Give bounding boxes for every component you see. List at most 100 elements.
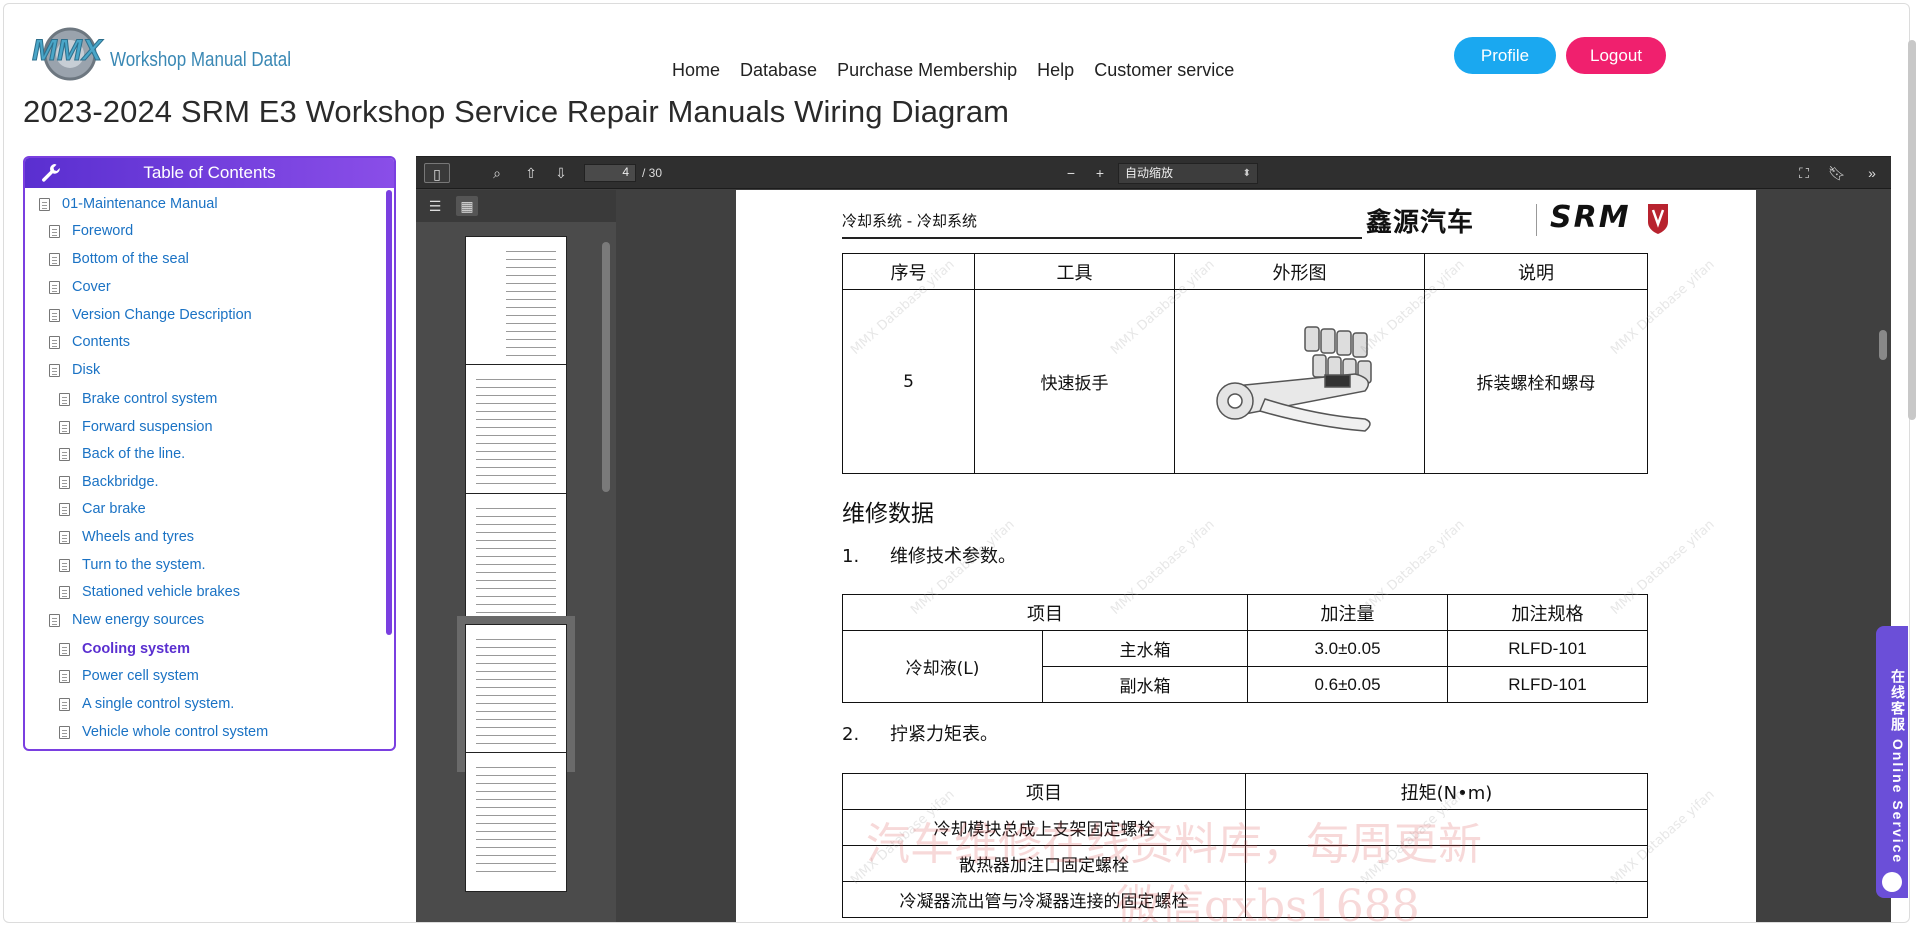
toc-item-label: Cooling system xyxy=(82,641,190,657)
thumbnail-line xyxy=(506,251,556,252)
thumbnail-line xyxy=(476,791,556,792)
thumbnail-line xyxy=(476,532,556,533)
mmx-logo[interactable]: MMX Workshop Manual Database xyxy=(30,18,290,86)
thumbnail-line xyxy=(476,483,556,484)
document-icon xyxy=(49,363,60,377)
zoom-in-icon[interactable]: + xyxy=(1089,163,1111,183)
toc-item[interactable]: Stationed vehicle brakes xyxy=(59,584,240,600)
thumbnail-line xyxy=(476,516,556,517)
logo-text: Workshop Manual Database xyxy=(110,48,290,71)
thumbnail-line xyxy=(476,588,556,589)
document-icon xyxy=(39,197,50,211)
thumbnail-page-3[interactable] xyxy=(465,493,567,633)
toc-item[interactable]: Version Change Description xyxy=(49,307,252,323)
tools-menu-icon[interactable]: » xyxy=(1861,163,1883,183)
thumbnail-line xyxy=(476,548,556,549)
watermark: MMX Database yifan xyxy=(1608,517,1718,618)
thumbnail-line xyxy=(476,663,556,664)
next-page-icon[interactable]: ⇩ xyxy=(550,163,572,183)
profile-button[interactable]: Profile xyxy=(1454,37,1556,74)
thumbnail-line xyxy=(476,783,556,784)
toc-header: Table of Contents xyxy=(25,158,394,188)
toc-item-label: Backbridge. xyxy=(82,474,159,490)
browser-frame: MMX Workshop Manual Database Home Databa… xyxy=(3,3,1910,923)
thumbnail-line xyxy=(476,419,556,420)
nav-home[interactable]: Home xyxy=(672,60,720,81)
thumbnail-line xyxy=(476,427,556,428)
toc-item[interactable]: Contents xyxy=(49,334,130,350)
document-icon xyxy=(59,558,70,572)
toc-item-label: A single control system. xyxy=(82,696,235,712)
sidebar-toggle-icon[interactable]: ▯ xyxy=(424,163,450,183)
toc-item-label: Vehicle whole control system xyxy=(82,724,269,740)
thumbnail-line xyxy=(476,411,556,412)
toc-item[interactable]: 01-Maintenance Manual xyxy=(39,196,218,212)
toc-item[interactable]: Wheels and tyres xyxy=(59,529,194,545)
thumbnail-line xyxy=(506,315,556,316)
tool-row-image xyxy=(1174,289,1425,474)
thumbnail-line xyxy=(476,775,556,776)
thumbnail-line xyxy=(506,291,556,292)
window-scrollbar[interactable] xyxy=(1908,40,1916,420)
nav-help[interactable]: Help xyxy=(1037,60,1074,81)
thumbnail-line xyxy=(476,799,556,800)
toc-item[interactable]: Vehicle whole control system xyxy=(59,724,268,740)
zoom-select[interactable]: 自动缩放 xyxy=(1118,163,1258,184)
page-number-input[interactable]: 4 xyxy=(584,164,636,182)
subheading-1-num: 1. xyxy=(842,546,860,567)
main-nav: Home Database Purchase Membership Help C… xyxy=(672,60,1234,81)
thumbnail-panel xyxy=(416,222,616,922)
brand-separator xyxy=(1536,204,1537,236)
toc-item[interactable]: Car brake xyxy=(59,501,146,517)
thumbnail-line xyxy=(476,379,556,380)
document-icon xyxy=(59,447,70,461)
toc-item[interactable]: Disk xyxy=(49,362,100,378)
tool-col-index: 序号 xyxy=(842,253,975,290)
nav-purchase-membership[interactable]: Purchase Membership xyxy=(837,60,1017,81)
toc-item[interactable]: A single control system. xyxy=(59,696,234,712)
outline-view-icon[interactable]: ☰ xyxy=(424,196,446,216)
toc-item[interactable]: Bottom of the seal xyxy=(49,251,189,267)
brand-cn: 鑫源汽车 xyxy=(1366,208,1475,238)
toc-item[interactable]: New energy sources xyxy=(49,612,204,628)
presentation-mode-icon[interactable]: ⛶ xyxy=(1793,163,1815,183)
nav-customer-service[interactable]: Customer service xyxy=(1094,60,1234,81)
thumbnail-page-5[interactable] xyxy=(465,752,567,892)
thumbnail-page-4[interactable] xyxy=(457,616,575,772)
section-title: 维修数据 xyxy=(842,501,934,527)
search-icon[interactable]: ⌕ xyxy=(486,163,508,183)
srm-shield-icon xyxy=(1648,204,1668,234)
bookmark-icon[interactable]: 🔖︎ xyxy=(1826,163,1848,183)
zoom-out-icon[interactable]: − xyxy=(1060,163,1082,183)
online-service-tab[interactable]: 在线客服 Online Service xyxy=(1876,626,1908,898)
thumbnail-view-icon[interactable]: ▦ xyxy=(456,196,478,216)
thumbnail-page-2[interactable] xyxy=(465,364,567,504)
toc-item[interactable]: Cover xyxy=(49,279,111,295)
thumbnail-scrollbar[interactable] xyxy=(602,242,610,492)
toc-item[interactable]: Foreword xyxy=(49,223,133,239)
thumbnail-line xyxy=(506,299,556,300)
toc-item[interactable]: Cooling system xyxy=(59,641,190,657)
thumbnail-line xyxy=(476,508,556,509)
thumbnail-page-1[interactable] xyxy=(465,236,567,376)
toc-item[interactable]: Forward suspension xyxy=(59,419,213,435)
doc-header-rule xyxy=(842,237,1362,239)
toc-item[interactable]: Power cell system xyxy=(59,668,199,684)
spec-group: 冷却液(L) xyxy=(842,630,1043,703)
thumbnail-line xyxy=(476,435,556,436)
toc-item-label: Back of the line. xyxy=(82,446,186,462)
document-icon xyxy=(59,392,70,406)
toc-item[interactable]: Backbridge. xyxy=(59,474,159,490)
logout-button[interactable]: Logout xyxy=(1566,37,1666,74)
toc-item[interactable]: Turn to the system. xyxy=(59,557,206,573)
toc-item[interactable]: Back of the line. xyxy=(59,446,185,462)
previous-page-icon[interactable]: ⇧ xyxy=(520,163,542,183)
toc-item[interactable]: Brake control system xyxy=(59,391,217,407)
thumbnail-line xyxy=(476,612,556,613)
document-icon xyxy=(59,475,70,489)
spec-row-1-item: 主水箱 xyxy=(1042,630,1248,667)
nav-database[interactable]: Database xyxy=(740,60,817,81)
document-icon xyxy=(59,642,70,656)
page-scrollbar[interactable] xyxy=(1879,330,1887,360)
toc-scrollbar[interactable] xyxy=(386,190,392,635)
